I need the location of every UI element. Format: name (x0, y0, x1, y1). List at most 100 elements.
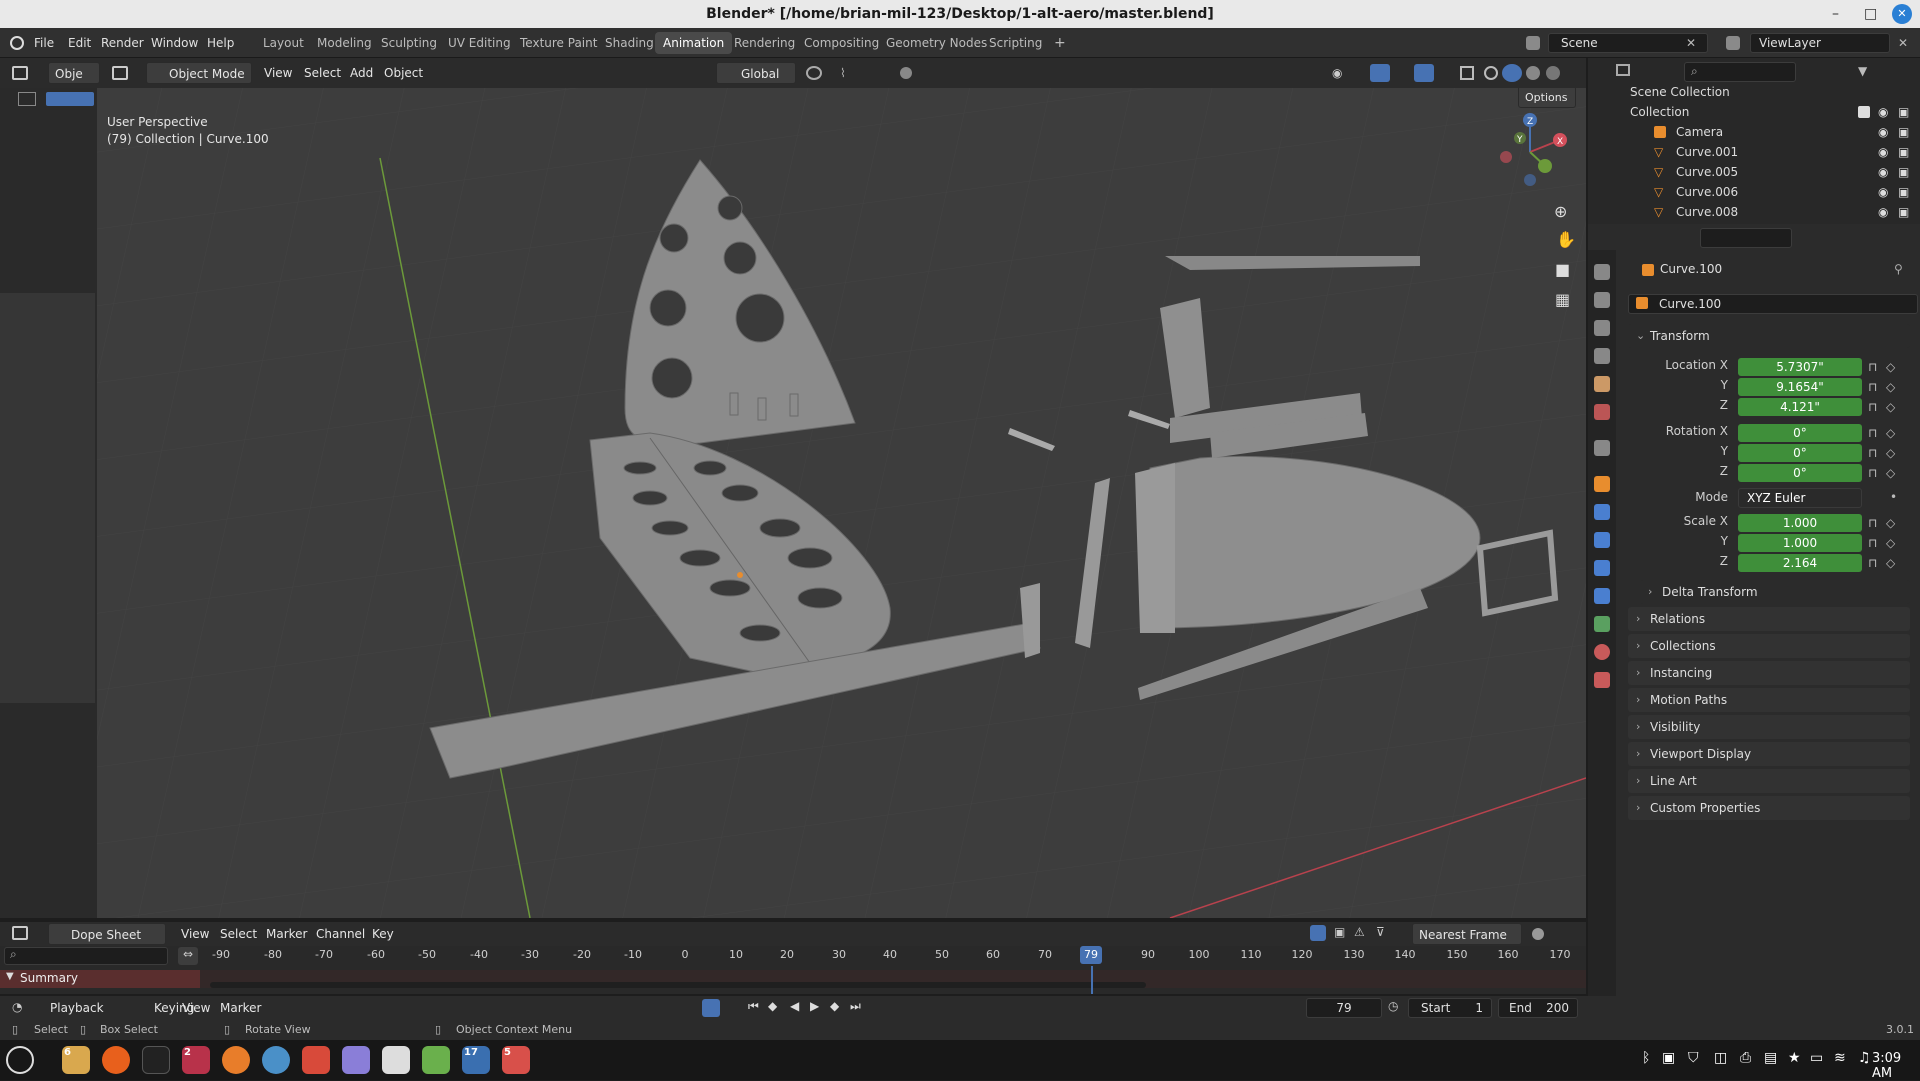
scale-z-field[interactable]: 2.164 (1738, 554, 1862, 572)
tool-shelf-tab[interactable] (0, 293, 95, 703)
selection-mode-icons[interactable] (46, 92, 94, 106)
lock-icon[interactable]: ⊓ (1868, 427, 1880, 439)
orientation-dropdown[interactable]: Global (716, 62, 796, 84)
minimize-button[interactable]: – (1832, 0, 1839, 28)
play-reverse-icon[interactable]: ◀ (790, 999, 799, 1013)
eye-icon[interactable]: ◉ (1878, 122, 1888, 142)
world-tab-icon[interactable] (1594, 404, 1610, 420)
options-dropdown[interactable]: Options (1518, 88, 1576, 108)
keyframe-icon[interactable]: ◇ (1886, 381, 1898, 393)
lock-icon[interactable]: ⊓ (1868, 361, 1880, 373)
lock-icon[interactable]: ⊓ (1868, 537, 1880, 549)
timeline-editor-icon[interactable]: ◔ (12, 1000, 22, 1014)
view-layer-field[interactable]: ViewLayer (1750, 33, 1890, 53)
overlay-toggle-icon[interactable] (1414, 64, 1434, 82)
menu-file[interactable]: File (34, 28, 54, 58)
rotation-x-field[interactable]: 0° (1738, 424, 1862, 442)
delta-transform-subpanel[interactable]: › Delta Transform (1640, 580, 1910, 604)
start-menu-icon[interactable] (6, 1046, 34, 1074)
particles-tab-icon[interactable] (1594, 532, 1610, 548)
view-layer-tab-icon[interactable] (1594, 348, 1610, 364)
jump-end-icon[interactable]: ⏭ (850, 999, 861, 1014)
dope-menu-view[interactable]: View (175, 923, 215, 945)
close-scene-icon[interactable]: ✕ (1686, 36, 1696, 50)
stopwatch-icon[interactable]: ◷ (1388, 999, 1398, 1013)
object-tab-icon[interactable] (1594, 476, 1610, 492)
volume-icon[interactable]: ♫ (1858, 1050, 1871, 1066)
scene-field[interactable]: Scene (1548, 33, 1708, 53)
filter-icon[interactable]: ▼ (1858, 64, 1867, 78)
ortho-toggle-icon[interactable]: ▦ (1555, 290, 1570, 309)
transform-panel-header[interactable]: ⌄ Transform (1628, 324, 1910, 348)
zoom-icon[interactable]: ⊕ (1554, 202, 1567, 221)
outliner-item-curve-008[interactable]: ▽ Curve.008 ◉ ▣ (1588, 202, 1920, 222)
eye-icon[interactable]: ◉ (1878, 182, 1888, 202)
keyframe-icon[interactable]: ◇ (1886, 467, 1898, 479)
next-keyframe-icon[interactable]: ◆ (830, 999, 839, 1013)
software-app-icon[interactable] (422, 1046, 450, 1074)
dopesheet-area[interactable]: ⌕ ⇔ -90 -80 -70 -60 -50 -40 -30 -20 -10 … (0, 946, 1586, 994)
terminal-app-icon[interactable] (142, 1046, 170, 1074)
keyframe-icon[interactable]: ◇ (1886, 447, 1898, 459)
only-selected-icon[interactable] (1310, 925, 1326, 941)
menu-window[interactable]: Window (151, 28, 198, 58)
menu-view[interactable]: View (258, 62, 298, 84)
summary-channel[interactable]: ▼ Summary (0, 970, 200, 988)
physics-tab-icon[interactable] (1594, 560, 1610, 576)
panel-relations[interactable]: › Relations (1628, 607, 1910, 631)
network-status-icon[interactable]: ▤ (1764, 1050, 1777, 1066)
proportional-edit-icon[interactable] (900, 67, 912, 79)
eye-icon[interactable]: ◉ (1878, 142, 1888, 162)
lock-icon[interactable]: ⊓ (1868, 557, 1880, 569)
outliner-item-curve-001[interactable]: ▽ Curve.001 ◉ ▣ (1588, 142, 1920, 162)
keyframe-icon[interactable]: ◇ (1886, 537, 1898, 549)
keyframe-icon[interactable]: ◇ (1886, 427, 1898, 439)
camera-view-icon[interactable]: ■ (1555, 260, 1570, 279)
outliner-scene-collection[interactable]: Scene Collection (1588, 82, 1920, 102)
app-icon-2[interactable] (302, 1046, 330, 1074)
tool-tab-icon[interactable] (1594, 264, 1610, 280)
texture-tab-icon[interactable] (1594, 672, 1610, 688)
show-hidden-icon[interactable]: ▣ (1334, 925, 1345, 939)
editor-type-dropdown[interactable]: Obje (48, 62, 100, 84)
menu-select[interactable]: Select (298, 62, 347, 84)
panel-viewport-display[interactable]: › Viewport Display (1628, 742, 1910, 766)
xray-icon[interactable] (1460, 66, 1474, 80)
lock-icon[interactable]: ⊓ (1868, 447, 1880, 459)
eye-icon[interactable]: ◉ (1878, 102, 1888, 122)
location-y-field[interactable]: 9.1654" (1738, 378, 1862, 396)
dope-menu-select[interactable]: Select (214, 923, 263, 945)
camera-restrict-icon[interactable]: ▣ (1898, 182, 1909, 202)
menu-object[interactable]: Object (378, 62, 429, 84)
channel-search-input[interactable] (4, 947, 168, 965)
output-tab-icon[interactable] (1594, 320, 1610, 336)
blender-app-icon[interactable] (222, 1046, 250, 1074)
camera-restrict-icon[interactable]: ▣ (1898, 142, 1909, 162)
eye-icon[interactable]: ◉ (1878, 162, 1888, 182)
close-button[interactable]: ✕ (1892, 4, 1912, 24)
3d-viewport[interactable]: User Perspective (79) Collection | Curve… (0, 88, 1586, 918)
tab-layout[interactable]: Layout (255, 32, 312, 54)
menu-edit[interactable]: Edit (68, 28, 91, 58)
outliner-collection[interactable]: Collection ◉ ▣ (1588, 102, 1920, 122)
eye-icon[interactable]: ◉ (1878, 202, 1888, 222)
pin-icon[interactable]: ⚲ (1894, 262, 1903, 276)
only-errors-icon[interactable]: ⚠ (1354, 925, 1365, 939)
filter-icon[interactable]: ⊽ (1376, 925, 1385, 939)
render-tab-icon[interactable] (1594, 292, 1610, 308)
scene-icon[interactable] (1526, 36, 1540, 50)
image-app-icon[interactable]: 5 (502, 1046, 530, 1074)
current-frame-field[interactable]: 79 (1306, 998, 1382, 1018)
play-icon[interactable]: ▶ (810, 999, 819, 1013)
timeline-view-menu[interactable]: View (176, 997, 216, 1019)
panel-custom-properties[interactable]: › Custom Properties (1628, 796, 1910, 820)
scale-x-field[interactable]: 1.000 (1738, 514, 1862, 532)
firefox-app-icon[interactable] (102, 1046, 130, 1074)
panel-instancing[interactable]: › Instancing (1628, 661, 1910, 685)
material-shading-icon[interactable] (1526, 66, 1540, 80)
wireframe-shading-icon[interactable] (1484, 66, 1498, 80)
shield-icon[interactable]: ⛉ (1688, 1050, 1699, 1066)
editor-type-icon[interactable] (12, 66, 28, 80)
pivot-icon[interactable] (806, 66, 822, 80)
star-icon[interactable]: ★ (1788, 1050, 1801, 1066)
